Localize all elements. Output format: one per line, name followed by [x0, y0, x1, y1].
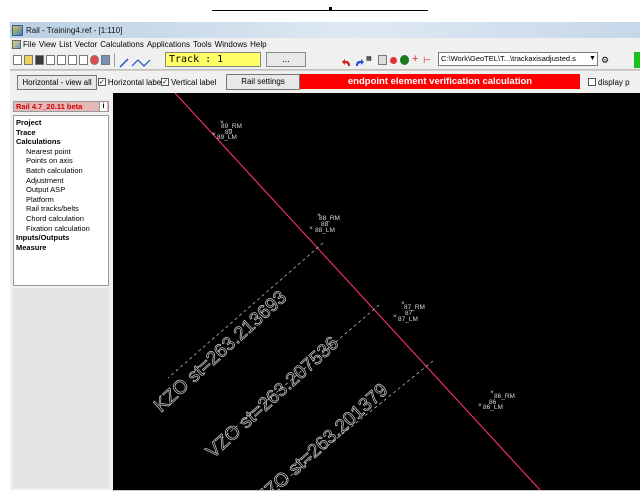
- vertical-label-checkbox[interactable]: ✓: [161, 78, 169, 86]
- toolbar-separator: [114, 53, 115, 67]
- version-text: Rail 4.7_20.11 beta: [16, 102, 83, 111]
- point-87[interactable]: 87_RM 87 87_LM × ×: [393, 300, 425, 323]
- tree-item-batch-calculation[interactable]: Batch calculation: [14, 166, 108, 176]
- horizontal-view-all-button[interactable]: Horizontal - view all: [17, 75, 97, 90]
- tree-item-measure[interactable]: Measure: [14, 243, 108, 253]
- redo-icon[interactable]: [354, 55, 364, 66]
- display-label: display p: [598, 77, 630, 87]
- point-label-lm: 87_LM: [398, 316, 418, 323]
- print-preview-icon[interactable]: [46, 55, 55, 65]
- report-icon[interactable]: [79, 55, 88, 65]
- menu-bar: File View List Vector Calculations Appli…: [10, 38, 640, 50]
- menu-file[interactable]: File: [23, 40, 39, 49]
- tree-item-trace[interactable]: Trace: [14, 128, 108, 138]
- station-leader-kzo: [167, 242, 324, 379]
- point-marker: ×: [212, 131, 216, 138]
- point-89[interactable]: 89_RM 89 89_LM × ×: [212, 119, 242, 141]
- rail-settings-button[interactable]: Rail settings: [226, 74, 300, 90]
- point-marker: ×: [393, 313, 397, 320]
- tree-item-calculations[interactable]: Calculations: [14, 137, 108, 147]
- application-window: Rail - Training4.ref - [1:110] File View…: [10, 22, 640, 490]
- tree-item-adjustment[interactable]: Adjustment: [14, 176, 108, 186]
- version-bar: Rail 4.7_20.11 beta i: [13, 101, 109, 112]
- horizontal-label-option[interactable]: ✓ Horizontal label: [98, 76, 163, 88]
- left-panel-empty-area: [13, 288, 109, 488]
- chevron-down-icon[interactable]: ▼: [588, 53, 597, 64]
- settings-icon[interactable]: ⚙: [601, 55, 610, 65]
- grid-icon[interactable]: ▦: [366, 55, 376, 65]
- point-marker: ×: [317, 212, 321, 219]
- axis-tool-icon[interactable]: [131, 55, 151, 67]
- tree-item-project[interactable]: Project: [14, 118, 108, 128]
- point-label-lm: 89_LM: [217, 134, 237, 141]
- menu-windows[interactable]: Windows: [215, 40, 250, 49]
- menu-help[interactable]: Help: [250, 40, 269, 49]
- point-label-lm: 86_LM: [483, 404, 503, 411]
- navigation-tree: Project Trace Calculations Nearest point…: [13, 115, 109, 286]
- info-button[interactable]: i: [99, 102, 107, 111]
- printer-icon[interactable]: [101, 55, 110, 65]
- track-selector[interactable]: Track : 1: [165, 52, 261, 67]
- point-86[interactable]: 86_RM 86 86_LM × ×: [478, 389, 515, 411]
- color-palette-icon[interactable]: [90, 55, 99, 65]
- vertical-label-option[interactable]: ✓ Vertical label: [161, 76, 226, 88]
- point-marker: ×: [478, 402, 482, 409]
- export-icon[interactable]: [68, 55, 77, 65]
- stop-icon[interactable]: [390, 57, 397, 64]
- bottom-rule: [112, 490, 640, 491]
- display-option[interactable]: display p: [588, 75, 640, 89]
- tree-item-output-asp[interactable]: Output ASP: [14, 185, 108, 195]
- window-title: Rail - Training4.ref - [1:110]: [26, 25, 123, 35]
- menu-tools[interactable]: Tools: [193, 40, 215, 49]
- point-marker: ×: [309, 225, 313, 232]
- new-file-icon[interactable]: [13, 55, 22, 65]
- app-icon: [12, 24, 23, 36]
- table-icon[interactable]: [378, 55, 387, 65]
- measure-icon[interactable]: ⊢: [423, 55, 432, 65]
- document-icon[interactable]: [57, 55, 66, 65]
- tree-item-fixation-calculation[interactable]: Fixation calculation: [14, 224, 108, 234]
- point-marker: ×: [490, 389, 494, 396]
- open-folder-icon[interactable]: [24, 55, 33, 65]
- display-checkbox[interactable]: [588, 78, 596, 86]
- pencil-icon[interactable]: [119, 55, 129, 68]
- left-panel: Rail 4.7_20.11 beta i Project Trace Calc…: [10, 93, 113, 490]
- drawing-canvas[interactable]: 89_RM 89 89_LM × × 88_RM 88 88_LM × × 87…: [113, 93, 640, 490]
- menu-applications[interactable]: Applications: [147, 40, 193, 49]
- undo-icon[interactable]: [342, 55, 351, 66]
- menu-view[interactable]: View: [39, 40, 59, 49]
- track-axis-drawing[interactable]: 89_RM 89 89_LM × × 88_RM 88 88_LM × × 87…: [113, 93, 640, 490]
- horizontal-label-text: Horizontal label: [107, 77, 163, 87]
- point-marker: ×: [220, 119, 224, 126]
- point-marker: ×: [401, 300, 405, 307]
- menu-vector[interactable]: Vector: [75, 40, 101, 49]
- document-menu-icon[interactable]: [12, 39, 21, 49]
- tree-item-nearest-point[interactable]: Nearest point: [14, 147, 108, 157]
- point-label-rm: 86_RM: [494, 393, 515, 400]
- menu-list[interactable]: List: [59, 40, 74, 49]
- horizontal-label-checkbox[interactable]: ✓: [98, 78, 106, 86]
- vertical-label-text: Vertical label: [171, 77, 217, 87]
- point-label-lm: 88_LM: [315, 227, 335, 234]
- tree-item-points-on-axis[interactable]: Points on axis: [14, 156, 108, 166]
- title-bar[interactable]: Rail - Training4.ref - [1:110]: [10, 22, 640, 38]
- track-browse-button[interactable]: ...: [266, 52, 306, 67]
- tree-item-inputs-outputs[interactable]: Inputs/Outputs: [14, 233, 108, 243]
- view-toolbar: Horizontal - view all ✓ Horizontal label…: [10, 71, 640, 93]
- top-rule: [212, 10, 428, 11]
- menu-calculations[interactable]: Calculations: [100, 40, 147, 49]
- tree-item-rail-tracks[interactable]: Rail tracks/belts: [14, 204, 108, 214]
- crosshair-icon[interactable]: +: [412, 54, 421, 65]
- green-status-tile[interactable]: [634, 52, 640, 68]
- top-rule-mark: [329, 7, 332, 10]
- save-icon[interactable]: [35, 55, 44, 65]
- globe-icon[interactable]: [400, 55, 409, 65]
- status-banner: endpoint element verification calculatio…: [300, 74, 580, 89]
- main-toolbar: Track : 1 ... ▦ + ⊢ C:\Work\GeoTEL\T...\…: [10, 50, 640, 70]
- point-88[interactable]: 88_RM 88 88_LM × ×: [309, 212, 340, 234]
- file-path-combobox[interactable]: C:\Work\GeoTEL\T...\trackaxisadjusted.s: [438, 52, 598, 66]
- tree-item-platform[interactable]: Platform: [14, 195, 108, 205]
- tree-item-chord-calculation[interactable]: Chord calculation: [14, 214, 108, 224]
